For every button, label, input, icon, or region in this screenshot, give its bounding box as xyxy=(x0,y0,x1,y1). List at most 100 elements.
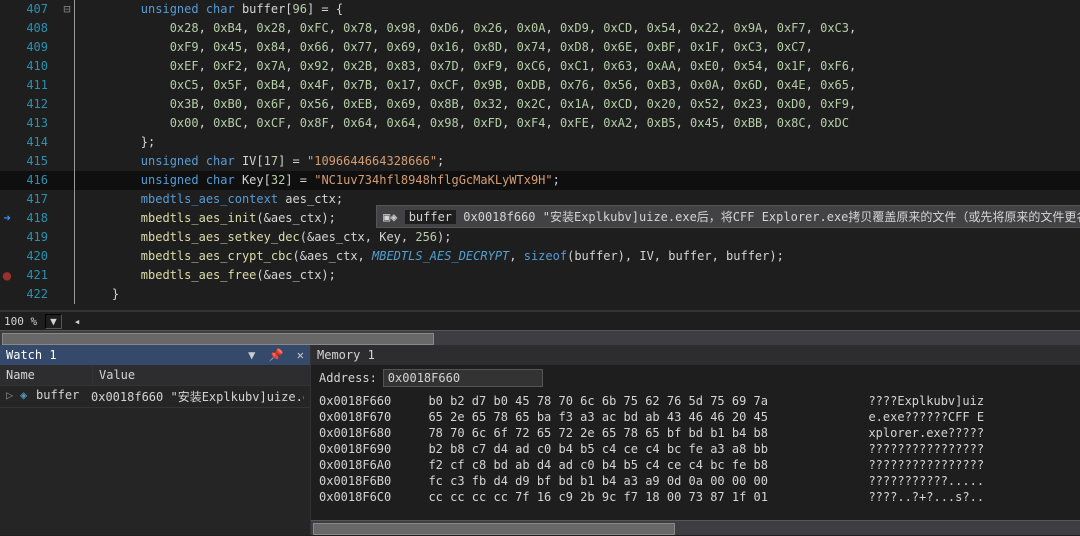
memory-panel: Memory 1 Address: 0x0018F660 b0 b2 d7 b0… xyxy=(311,345,1080,535)
fold-icon xyxy=(60,190,74,209)
code-line[interactable]: 410 0xEF, 0xF2, 0x7A, 0x92, 0x2B, 0x83, … xyxy=(0,57,1080,76)
code-text: unsigned char Key[32] = "NC1uv734hfl8948… xyxy=(81,171,1080,190)
change-bar xyxy=(74,247,81,266)
code-text: } xyxy=(81,285,1080,304)
change-bar xyxy=(74,38,81,57)
code-line[interactable]: 414 }; xyxy=(0,133,1080,152)
scrollbar-thumb[interactable] xyxy=(2,333,434,345)
watch-var-name: buffer xyxy=(36,388,91,405)
code-text: unsigned char buffer[96] = { xyxy=(81,0,1080,19)
memory-scrollbar[interactable] xyxy=(311,520,1080,535)
change-bar xyxy=(74,0,81,19)
fold-icon xyxy=(60,95,74,114)
memory-row: 0x0018F6C0 cc cc cc cc 7f 16 c9 2b 9c f7… xyxy=(319,489,1072,505)
code-text: }; xyxy=(81,133,1080,152)
code-line[interactable]: 408 0x28, 0xB4, 0x28, 0xFC, 0x78, 0x98, … xyxy=(0,19,1080,38)
line-number: 408 xyxy=(0,19,60,38)
horizontal-scrollbar[interactable] xyxy=(0,330,1080,345)
fold-icon xyxy=(60,152,74,171)
change-bar xyxy=(74,152,81,171)
watch-header: Name Value xyxy=(0,365,310,386)
memory-row: 0x0018F660 b0 b2 d7 b0 45 78 70 6c 6b 75… xyxy=(319,393,1072,409)
change-bar xyxy=(74,171,81,190)
watch-col-name[interactable]: Name xyxy=(0,365,93,385)
dropdown-icon[interactable]: ▼ xyxy=(248,348,255,362)
code-line[interactable]: 407⊟ unsigned char buffer[96] = { xyxy=(0,0,1080,19)
watch-title-bar[interactable]: Watch 1 ▼ 📌 ✕ xyxy=(0,345,310,365)
change-bar xyxy=(74,133,81,152)
code-line[interactable]: 415 unsigned char IV[17] = "109664466432… xyxy=(0,152,1080,171)
fold-icon xyxy=(60,19,74,38)
code-text: 0x3B, 0xB0, 0x6F, 0x56, 0xEB, 0x69, 0x8B… xyxy=(81,95,1080,114)
memory-scrollbar-thumb[interactable] xyxy=(313,523,675,535)
watch-var-value: 0x0018f660 "安装Explkubv]uize.exe后，将 xyxy=(91,388,304,405)
watch-panel: Watch 1 ▼ 📌 ✕ Name Value ▷ ◈ buffer 0x00… xyxy=(0,345,311,535)
fold-icon xyxy=(60,171,74,190)
code-text: 0x00, 0xBC, 0xCF, 0x8F, 0x64, 0x64, 0x98… xyxy=(81,114,1080,133)
expand-icon[interactable]: ▷ xyxy=(6,388,20,405)
zoom-dropdown[interactable]: ▼ xyxy=(45,314,62,329)
memory-title-bar[interactable]: Memory 1 xyxy=(311,345,1080,365)
code-line[interactable]: 422 } xyxy=(0,285,1080,304)
code-text: unsigned char IV[17] = "1096644664328666… xyxy=(81,152,1080,171)
memory-row: 0x0018F6A0 f2 cf c8 bd ab d4 ad c0 b4 b5… xyxy=(319,457,1072,473)
code-line[interactable]: 419 mbedtls_aes_setkey_dec(&aes_ctx, Key… xyxy=(0,228,1080,247)
watch-col-value[interactable]: Value xyxy=(93,365,141,385)
memory-row: 0x0018F690 b2 b8 c7 d4 ad c0 b4 b5 c4 ce… xyxy=(319,441,1072,457)
memory-dump[interactable]: 0x0018F660 b0 b2 d7 b0 45 78 70 6c 6b 75… xyxy=(311,391,1080,520)
var-icon: ◈ xyxy=(20,388,36,405)
line-number: 413 xyxy=(0,114,60,133)
change-bar xyxy=(74,190,81,209)
change-bar xyxy=(74,266,81,285)
line-number: 411 xyxy=(0,76,60,95)
fold-icon xyxy=(60,247,74,266)
fold-icon xyxy=(60,114,74,133)
line-number: 417 xyxy=(0,190,60,209)
change-bar xyxy=(74,114,81,133)
code-editor[interactable]: 407⊟ unsigned char buffer[96] = {408 0x2… xyxy=(0,0,1080,311)
tooltip-icon: ▣◈ xyxy=(383,210,397,224)
scroll-left-icon[interactable]: ◂ xyxy=(70,315,85,328)
fold-icon xyxy=(60,57,74,76)
line-number: 414 xyxy=(0,133,60,152)
memory-row: 0x0018F6B0 fc c3 fb d4 d9 bf bd b1 b4 a3… xyxy=(319,473,1072,489)
code-text: mbedtls_aes_crypt_cbc(&aes_ctx, MBEDTLS_… xyxy=(81,247,1080,266)
address-label: Address: xyxy=(319,371,377,385)
code-line[interactable]: 409 0xF9, 0x45, 0x84, 0x66, 0x77, 0x69, … xyxy=(0,38,1080,57)
line-number: 419 xyxy=(0,228,60,247)
watch-row[interactable]: ▷ ◈ buffer 0x0018f660 "安装Explkubv]uize.e… xyxy=(0,386,310,407)
code-line[interactable]: 416 unsigned char Key[32] = "NC1uv734hfl… xyxy=(0,171,1080,190)
current-line-icon: ➜ xyxy=(0,211,14,225)
breakpoint-icon[interactable]: ● xyxy=(0,268,14,284)
code-line[interactable]: 413 0x00, 0xBC, 0xCF, 0x8F, 0x64, 0x64, … xyxy=(0,114,1080,133)
change-bar xyxy=(74,19,81,38)
line-number: 415 xyxy=(0,152,60,171)
change-bar xyxy=(74,228,81,247)
memory-row: 0x0018F670 65 2e 65 78 65 ba f3 a3 ac bd… xyxy=(319,409,1072,425)
change-bar xyxy=(74,209,81,228)
code-line[interactable]: 421 mbedtls_aes_free(&aes_ctx); xyxy=(0,266,1080,285)
code-text: mbedtls_aes_setkey_dec(&aes_ctx, Key, 25… xyxy=(81,228,1080,247)
memory-title: Memory 1 xyxy=(317,348,375,362)
watch-empty-row[interactable] xyxy=(0,407,310,535)
code-text: 0xC5, 0x5F, 0xB4, 0x4F, 0x7B, 0x17, 0xCF… xyxy=(81,76,1080,95)
code-line[interactable]: 412 0x3B, 0xB0, 0x6F, 0x56, 0xEB, 0x69, … xyxy=(0,95,1080,114)
pin-icon[interactable]: 📌 xyxy=(269,348,284,362)
fold-icon xyxy=(60,209,74,228)
line-number: 407 xyxy=(0,0,60,19)
line-number: 412 xyxy=(0,95,60,114)
code-text: 0xF9, 0x45, 0x84, 0x66, 0x77, 0x69, 0x16… xyxy=(81,38,1080,57)
code-line[interactable]: 411 0xC5, 0x5F, 0xB4, 0x4F, 0x7B, 0x17, … xyxy=(0,76,1080,95)
close-icon[interactable]: ✕ xyxy=(297,348,304,362)
memory-row: 0x0018F680 78 70 6c 6f 72 65 72 2e 65 78… xyxy=(319,425,1072,441)
line-number: 422 xyxy=(0,285,60,304)
tooltip-name: buffer xyxy=(405,210,456,224)
code-text: 0x28, 0xB4, 0x28, 0xFC, 0x78, 0x98, 0xD6… xyxy=(81,19,1080,38)
tooltip-value: 0x0018f660 "安装Explkubv]uize.exe后，将CFF Ex… xyxy=(463,210,1080,224)
address-input[interactable] xyxy=(383,369,543,387)
fold-icon[interactable]: ⊟ xyxy=(60,0,74,19)
fold-icon xyxy=(60,38,74,57)
watch-title: Watch 1 xyxy=(6,348,57,362)
line-number: 420 xyxy=(0,247,60,266)
code-line[interactable]: 420 mbedtls_aes_crypt_cbc(&aes_ctx, MBED… xyxy=(0,247,1080,266)
